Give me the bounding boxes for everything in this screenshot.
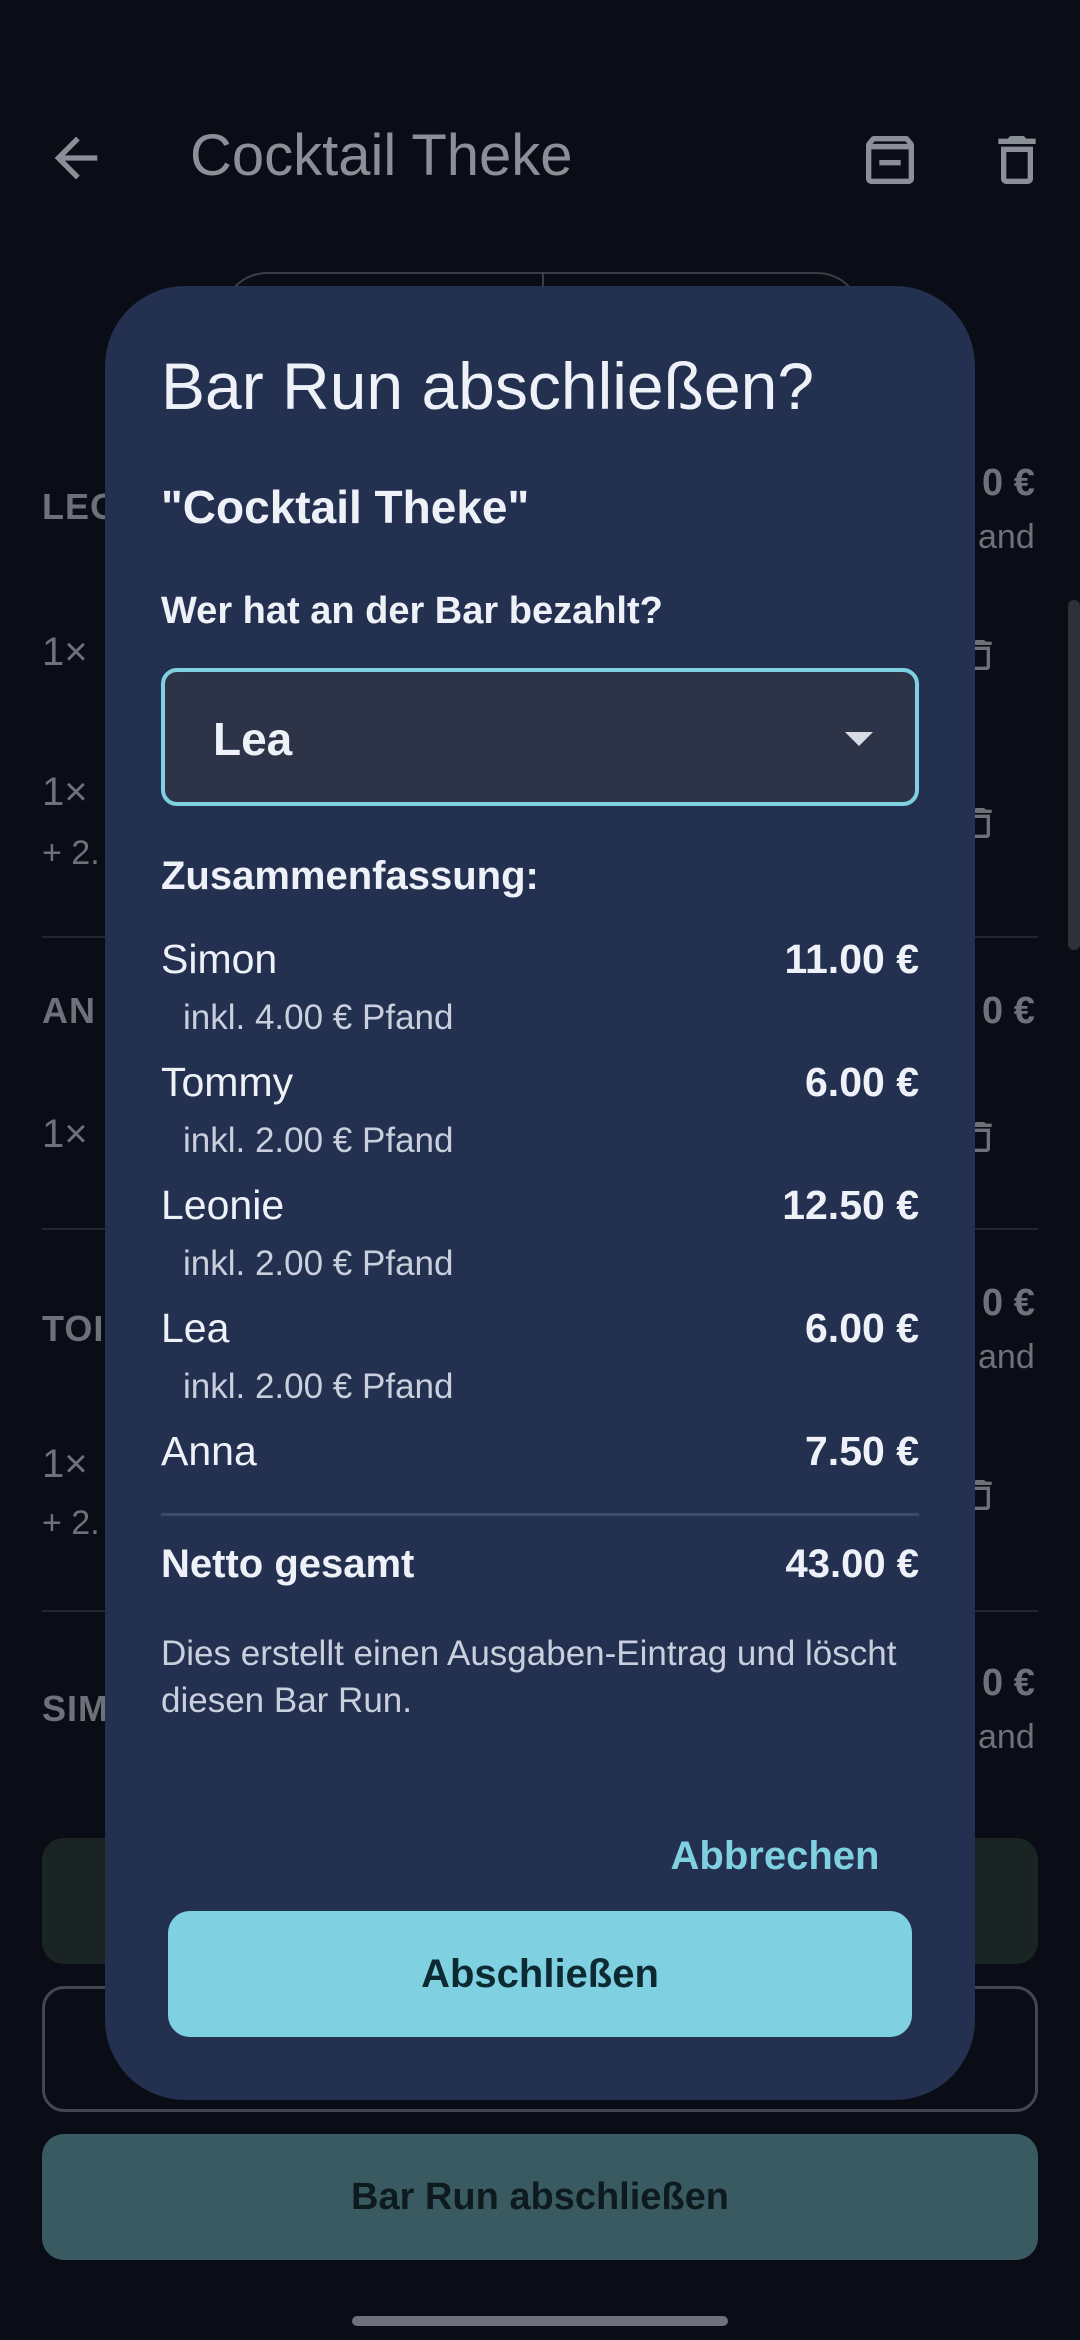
confirm-button[interactable]: Abschließen — [168, 1911, 912, 2037]
item-qty: 1× — [42, 1112, 88, 1156]
group-amount: 0 € — [982, 1282, 1035, 1324]
person-amount: 7.50 € — [805, 1428, 919, 1474]
group-pfand: and — [978, 1338, 1035, 1376]
payer-selected: Lea — [213, 713, 293, 765]
scrollbar[interactable] — [1068, 600, 1080, 950]
person-name: Lea — [161, 1305, 230, 1351]
item-qty: 1× — [42, 770, 88, 814]
total-label: Netto gesamt — [161, 1542, 415, 1586]
person-amount: 12.50 € — [782, 1182, 919, 1228]
group-amount: 0 € — [982, 462, 1035, 504]
group-name: AN — [42, 990, 96, 1031]
home-indicator[interactable] — [352, 2316, 728, 2326]
group-name: SIM — [42, 1688, 110, 1729]
item-qty: 1× — [42, 630, 88, 674]
summary-row: Tommy 6.00 € inkl. 2.00 € Pfand — [161, 1059, 919, 1182]
trash-icon[interactable] — [985, 128, 1049, 192]
person-pfand: inkl. 2.00 € Pfand — [183, 1244, 454, 1283]
screen: Cocktail Theke LEO 0 € and 1× 1× + 2. AN… — [0, 0, 1080, 2340]
item-sub: + 2. — [42, 1504, 100, 1542]
app-bar-title: Cocktail Theke — [190, 123, 573, 188]
group-amount: 0 € — [982, 1662, 1035, 1704]
summary-row: Leonie 12.50 € inkl. 2.00 € Pfand — [161, 1182, 919, 1305]
person-name: Anna — [161, 1428, 257, 1474]
dialog-title: Bar Run abschließen? — [161, 349, 815, 423]
person-amount: 11.00 € — [784, 936, 919, 982]
person-pfand: inkl. 4.00 € Pfand — [183, 998, 454, 1037]
group-name: TOI — [42, 1308, 105, 1349]
person-amount: 6.00 € — [805, 1305, 919, 1351]
person-name: Leonie — [161, 1182, 285, 1228]
group-pfand: and — [978, 518, 1035, 556]
app-bar: Cocktail Theke — [0, 100, 1080, 220]
total-divider — [161, 1513, 919, 1516]
total-amount: 43.00 € — [785, 1542, 919, 1586]
person-name: Simon — [161, 936, 278, 982]
summary-list: Simon 11.00 € inkl. 4.00 € Pfand Tommy 6… — [161, 936, 919, 1551]
summary-row: Lea 6.00 € inkl. 2.00 € Pfand — [161, 1305, 919, 1428]
group-pfand: and — [978, 1718, 1035, 1756]
payer-question: Wer hat an der Bar bezahlt? — [161, 590, 663, 632]
person-name: Tommy — [161, 1059, 294, 1105]
item-sub: + 2. — [42, 834, 100, 872]
person-pfand: inkl. 2.00 € Pfand — [183, 1367, 454, 1406]
dialog-note: Dies erstellt einen Ausgaben-Eintrag und… — [161, 1634, 897, 1720]
bar-run-name: "Cocktail Theke" — [161, 481, 530, 533]
cancel-button[interactable]: Abbrechen — [665, 1816, 885, 1896]
summary-row: Anna 7.50 € — [161, 1428, 919, 1551]
caret-down-icon — [845, 732, 873, 746]
close-bar-run-dialog: Bar Run abschließen? "Cocktail Theke" We… — [105, 286, 975, 2100]
group-amount: 0 € — [982, 990, 1035, 1032]
archive-icon[interactable] — [858, 128, 922, 192]
bar-run-complete-button[interactable]: Bar Run abschließen — [42, 2134, 1038, 2260]
person-pfand: inkl. 2.00 € Pfand — [183, 1121, 454, 1160]
summary-row: Simon 11.00 € inkl. 4.00 € Pfand — [161, 936, 919, 1059]
arrow-back-icon[interactable] — [44, 126, 108, 190]
person-amount: 6.00 € — [805, 1059, 919, 1105]
summary-heading: Zusammenfassung: — [161, 854, 539, 898]
payer-dropdown[interactable]: Lea — [161, 668, 919, 806]
item-qty: 1× — [42, 1442, 88, 1486]
